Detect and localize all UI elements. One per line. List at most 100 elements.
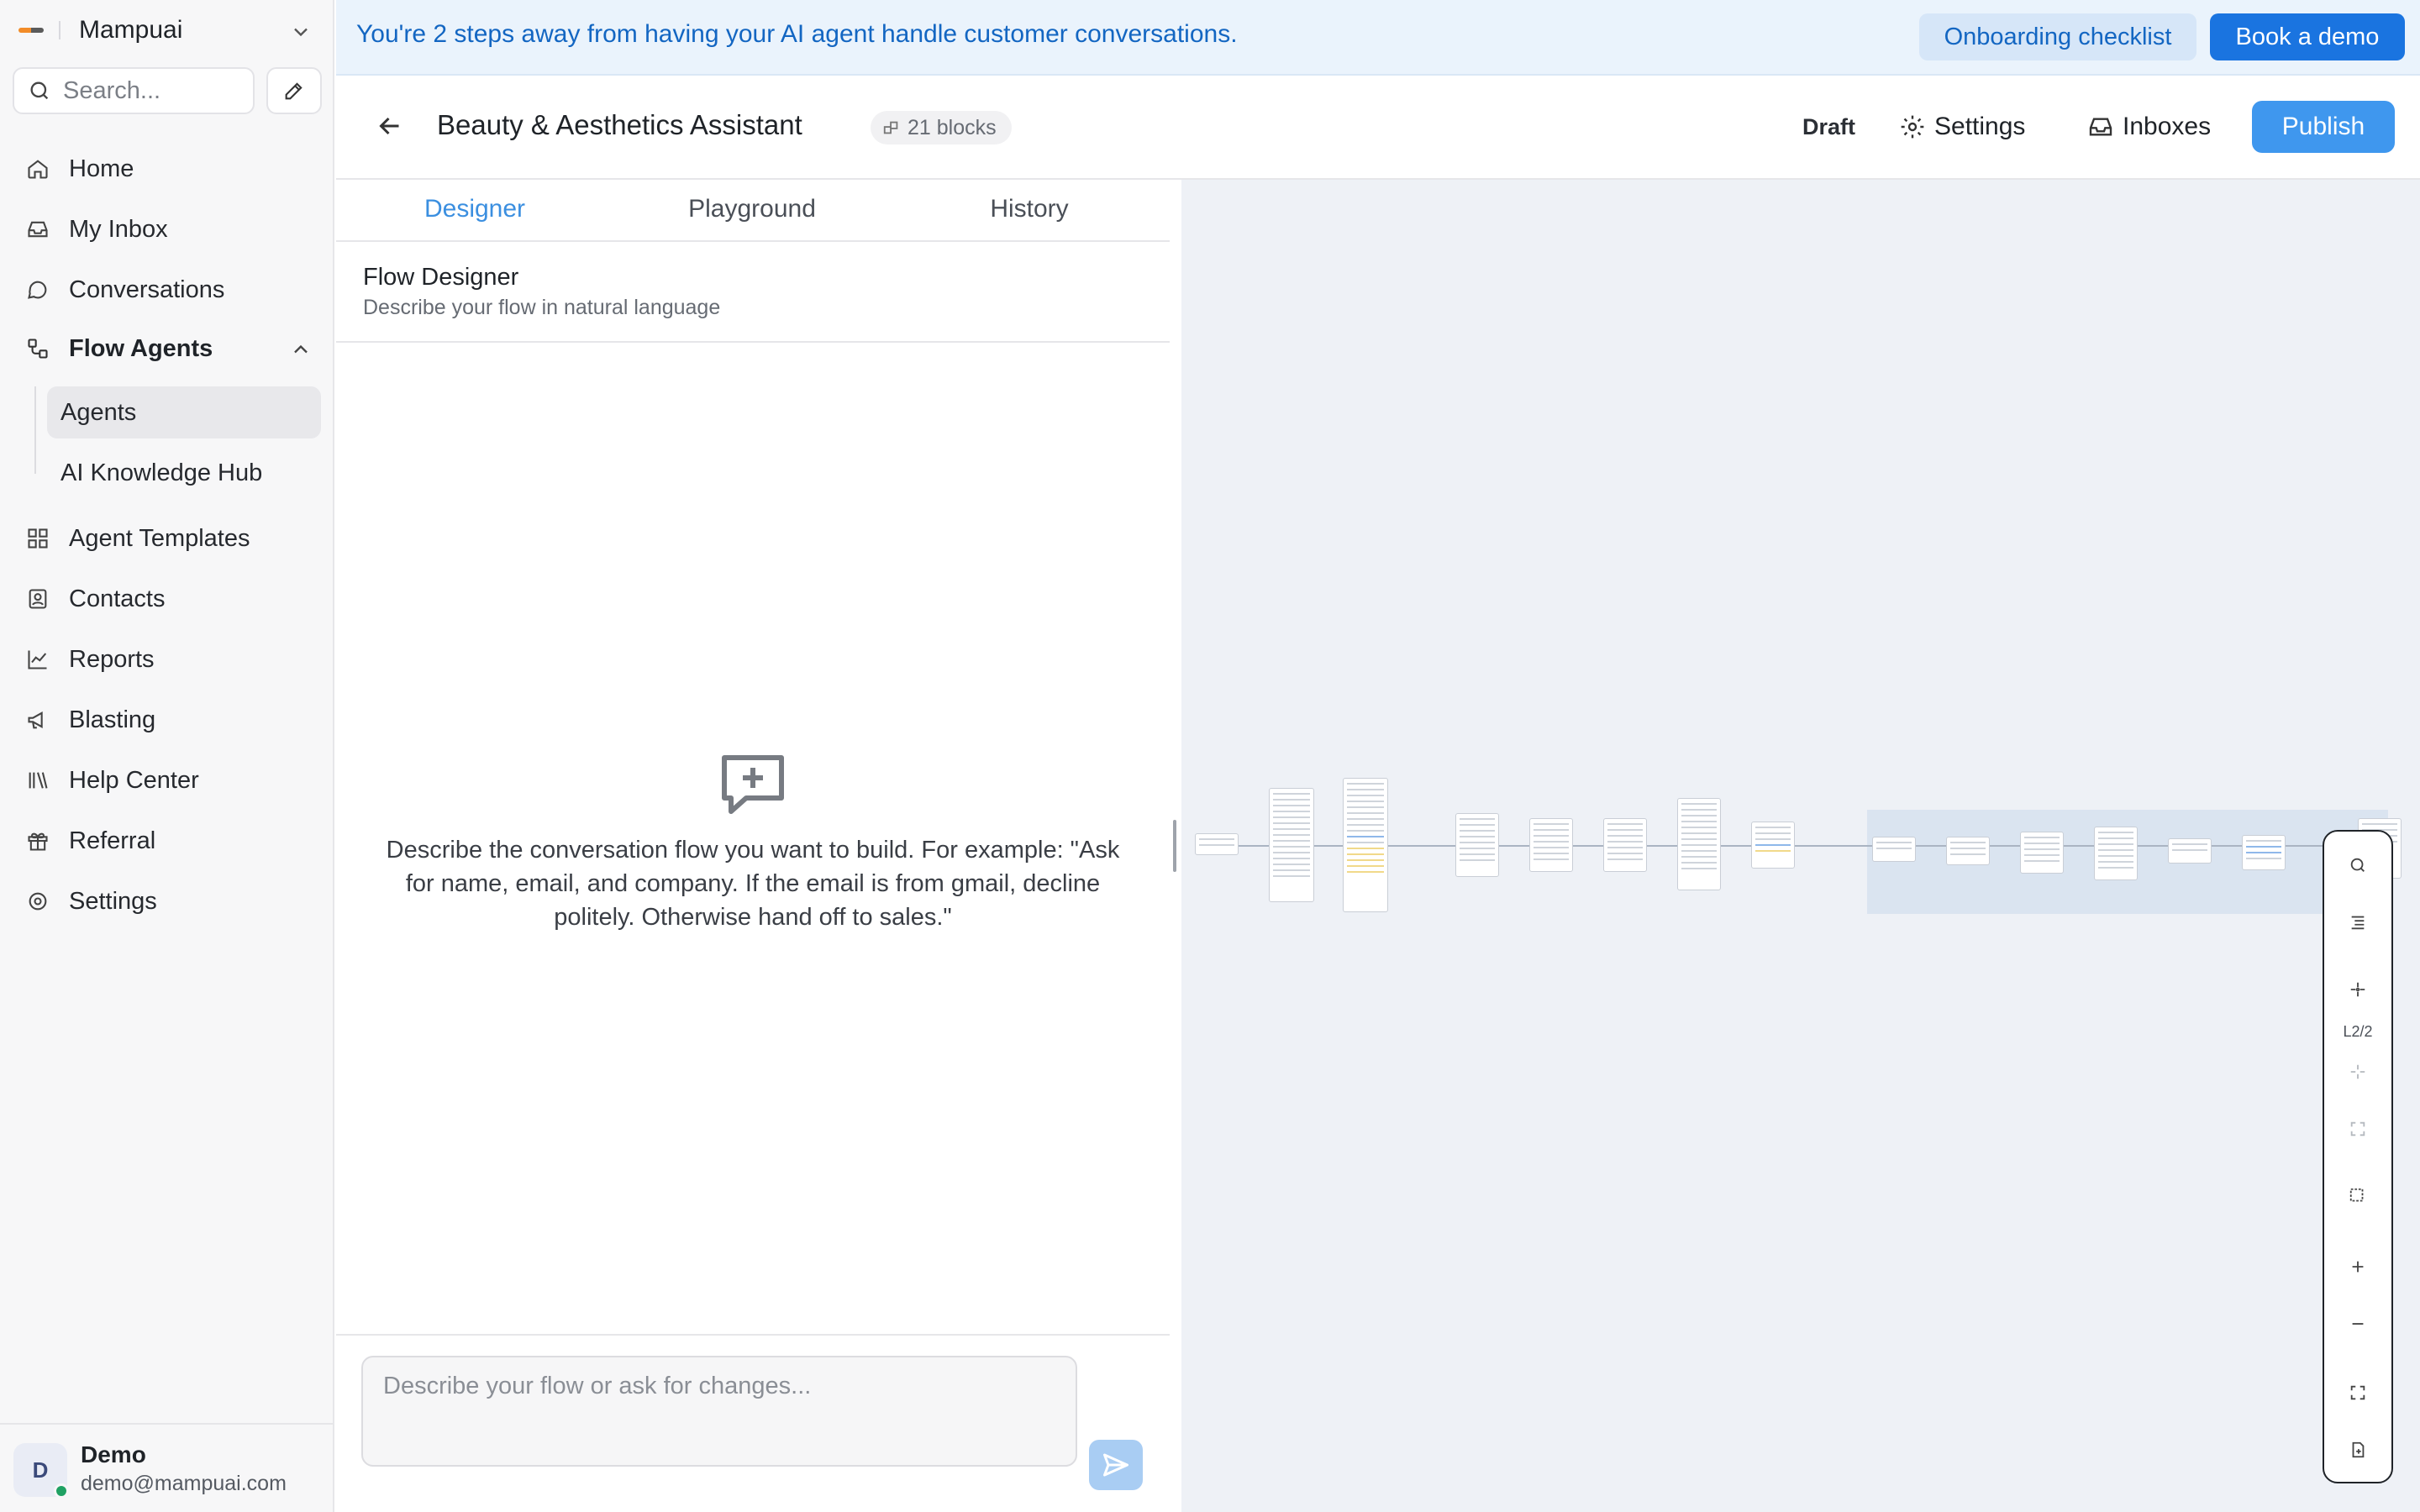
tab-history[interactable]: History	[891, 195, 1168, 223]
search-placeholder: Search...	[63, 76, 161, 104]
chat-bubble-icon	[24, 276, 52, 304]
contact-card-icon	[24, 585, 52, 613]
nav-home-label: Home	[69, 155, 134, 182]
nav-home[interactable]: Home	[24, 148, 134, 190]
onboarding-banner: You're 2 steps away from having your AI …	[336, 0, 2420, 76]
nav-contacts[interactable]: Contacts	[24, 578, 165, 620]
book-demo-button[interactable]: Book a demo	[2210, 13, 2405, 60]
user-email: demo@mampuai.com	[81, 1472, 287, 1495]
flow-node[interactable]	[2168, 838, 2212, 864]
flow-node[interactable]	[1343, 778, 1388, 912]
blocks-icon	[883, 121, 898, 134]
designer-panel: Designer Playground History Flow Designe…	[336, 180, 1170, 1512]
canvas-toolbar: L2/2	[2323, 830, 2393, 1483]
megaphone-icon	[24, 706, 52, 734]
avatar: D	[13, 1443, 69, 1499]
expand-level-icon[interactable]	[2324, 973, 2391, 1006]
export-document-icon[interactable]	[2324, 1433, 2391, 1467]
flow-node[interactable]	[1751, 822, 1795, 869]
gear-icon	[1901, 115, 1924, 139]
nav-flow-agents-label: Flow Agents	[69, 334, 213, 362]
nav-conversations[interactable]: Conversations	[24, 269, 224, 311]
flow-icon	[24, 334, 52, 363]
nav-agents[interactable]: Agents	[47, 386, 321, 438]
nav-help-center-label: Help Center	[69, 766, 199, 794]
flow-node[interactable]	[1195, 833, 1239, 855]
sidebar: Mampuai Search... Home My Inbox Conversa…	[0, 0, 334, 1512]
flow-canvas[interactable]	[1181, 180, 2420, 1512]
nav-conversations-label: Conversations	[69, 276, 225, 303]
nav-ai-knowledge-hub[interactable]: AI Knowledge Hub	[47, 447, 321, 499]
agent-title: Beauty & Aesthetics Assistant	[437, 109, 802, 140]
nav-my-inbox-label: My Inbox	[69, 215, 168, 243]
flow-node[interactable]	[1529, 818, 1573, 872]
zoom-in-icon[interactable]	[2324, 1250, 2391, 1284]
nav-help-center[interactable]: Help Center	[24, 759, 199, 801]
workspace-switcher[interactable]: Mampuai	[18, 12, 182, 49]
user-profile[interactable]: D Demo demo@mampuai.com	[0, 1423, 334, 1512]
tab-playground[interactable]: Playground	[613, 195, 891, 223]
nav-agent-templates-label: Agent Templates	[69, 524, 250, 552]
nav-flow-agents[interactable]: Flow Agents	[24, 328, 213, 370]
home-icon	[24, 155, 52, 183]
flow-node[interactable]	[1946, 837, 1990, 865]
fullscreen-icon[interactable]	[2324, 1376, 2391, 1410]
agent-header: Beauty & Aesthetics Assistant 21 blocks …	[336, 76, 2420, 180]
flow-designer-title: Flow Designer	[363, 264, 519, 291]
flow-node[interactable]	[2094, 827, 2138, 880]
back-arrow-icon[interactable]	[375, 111, 405, 141]
line-chart-icon	[24, 645, 52, 674]
nav-settings[interactable]: Settings	[24, 880, 157, 922]
nav-my-inbox[interactable]: My Inbox	[24, 208, 168, 250]
outline-list-icon[interactable]	[2324, 906, 2391, 939]
chevron-up-icon[interactable]	[289, 338, 313, 361]
flow-prompt-input[interactable]: Describe your flow or ask for changes...	[361, 1356, 1077, 1467]
nav-reports[interactable]: Reports	[24, 638, 155, 680]
flow-node[interactable]	[1603, 818, 1647, 872]
nav-contacts-label: Contacts	[69, 585, 166, 612]
flow-node[interactable]	[1455, 813, 1499, 877]
flow-node[interactable]	[1872, 837, 1916, 862]
nav-reports-label: Reports	[69, 645, 155, 673]
zoom-out-icon[interactable]	[2324, 1307, 2391, 1341]
nav-agent-templates[interactable]: Agent Templates	[24, 517, 250, 559]
gear-icon	[24, 887, 52, 916]
nav-blasting[interactable]: Blasting	[24, 699, 155, 741]
search-icon	[30, 81, 49, 100]
grid-icon	[24, 524, 52, 553]
flow-node[interactable]	[2242, 835, 2286, 870]
inboxes-button[interactable]: Inboxes	[2087, 101, 2211, 153]
fit-view-icon[interactable]	[2324, 1112, 2391, 1146]
onboarding-checklist-button[interactable]: Onboarding checklist	[1919, 13, 2196, 60]
gift-icon	[24, 827, 52, 855]
search-input[interactable]: Search...	[13, 67, 255, 114]
chevron-down-icon[interactable]	[289, 20, 313, 44]
nav-ai-knowledge-hub-label: AI Knowledge Hub	[60, 459, 263, 486]
draft-status: Draft	[1802, 114, 1856, 139]
select-area-icon[interactable]	[2324, 1179, 2391, 1213]
inbox-icon	[24, 215, 52, 244]
publish-button[interactable]: Publish	[2252, 101, 2395, 153]
blocks-count-badge: 21 blocks	[871, 111, 1012, 144]
send-button[interactable]	[1089, 1440, 1143, 1490]
collapse-level-icon[interactable]	[2324, 1055, 2391, 1089]
flow-node[interactable]	[1269, 788, 1314, 902]
panel-resize-handle[interactable]	[1173, 820, 1176, 872]
settings-button[interactable]: Settings	[1899, 101, 2025, 153]
search-icon[interactable]	[2324, 848, 2391, 882]
flow-node[interactable]	[1677, 798, 1721, 890]
nav-settings-label: Settings	[69, 887, 157, 915]
flow-node[interactable]	[2020, 832, 2064, 874]
workspace-name: Mampuai	[79, 16, 183, 44]
pencil-icon	[285, 82, 302, 100]
nav-blasting-label: Blasting	[69, 706, 156, 733]
panel-tabs: Designer Playground History	[336, 180, 1170, 242]
library-icon	[24, 766, 52, 795]
tab-designer[interactable]: Designer	[336, 195, 613, 223]
empty-state-text: Describe the conversation flow you want …	[386, 837, 1120, 931]
inbox-icon	[2089, 118, 2112, 136]
nav-referral[interactable]: Referral	[24, 820, 155, 862]
user-name: Demo	[81, 1441, 146, 1467]
compose-button[interactable]	[266, 67, 322, 114]
nav-referral-label: Referral	[69, 827, 156, 854]
